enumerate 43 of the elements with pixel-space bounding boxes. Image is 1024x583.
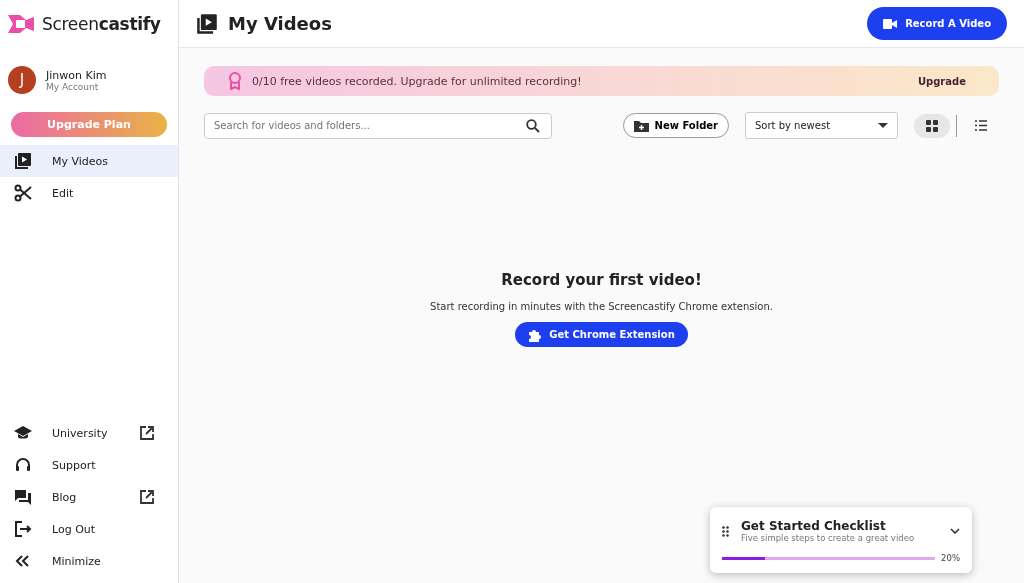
- page-title: My Videos: [228, 13, 332, 34]
- headset-icon: [14, 456, 32, 474]
- checklist-title: Get Started Checklist: [741, 519, 887, 533]
- double-chevron-left-icon: [14, 555, 32, 567]
- account-link[interactable]: My Account: [46, 81, 107, 92]
- drag-handle-icon[interactable]: [722, 525, 729, 537]
- nav-item[interactable]: My Videos: [0, 145, 178, 177]
- graduation-cap-icon: [14, 425, 32, 441]
- search-field[interactable]: Search for videos and folders...: [204, 112, 552, 139]
- video-library-icon: [196, 12, 218, 35]
- scissors-icon: [14, 184, 32, 202]
- search-icon: [526, 118, 540, 133]
- account-name: Jinwon Kim: [46, 68, 107, 82]
- video-camera-icon: [883, 18, 898, 29]
- award-ribbon-icon: [228, 72, 242, 90]
- nav-item[interactable]: Blog: [0, 481, 178, 513]
- chevron-down-icon[interactable]: [950, 528, 960, 534]
- nav-item[interactable]: Edit: [0, 177, 178, 209]
- sort-dropdown[interactable]: Sort by newest: [745, 112, 898, 139]
- logo-text: Screencastify: [42, 14, 161, 34]
- checklist-subtitle: Five simple steps to create a great video: [741, 533, 916, 543]
- nav-item[interactable]: Log Out: [0, 513, 178, 545]
- empty-state-title: Record your first video!: [501, 271, 702, 289]
- caret-down-icon: [878, 122, 888, 129]
- grid-icon: [926, 119, 938, 132]
- progress-reading: 20%: [941, 553, 960, 563]
- list-icon: [975, 120, 987, 131]
- record-video-button[interactable]: Record A Video: [867, 7, 1007, 40]
- nav-item[interactable]: Support: [0, 449, 178, 481]
- nav-item[interactable]: University: [0, 417, 178, 449]
- new-folder-button[interactable]: New Folder: [622, 113, 729, 138]
- get-extension-button[interactable]: Get Chrome Extension: [515, 322, 688, 347]
- puzzle-piece-icon: [528, 327, 543, 342]
- avatar[interactable]: J: [8, 66, 36, 94]
- empty-state-text: Start recording in minutes with the Screencastify Chrome extension.: [430, 301, 773, 312]
- banner-text: 0/10 free videos recorded. Upgrade for unlimited recording!: [252, 74, 582, 88]
- chat-icon: [14, 488, 32, 506]
- upgrade-link[interactable]: Upgrade: [917, 75, 966, 87]
- video-library-icon: [14, 152, 32, 170]
- folder-plus-icon: [633, 119, 649, 132]
- logout-icon: [14, 520, 32, 538]
- grid-view-button[interactable]: [914, 113, 950, 138]
- nav-item[interactable]: Minimize: [0, 545, 178, 577]
